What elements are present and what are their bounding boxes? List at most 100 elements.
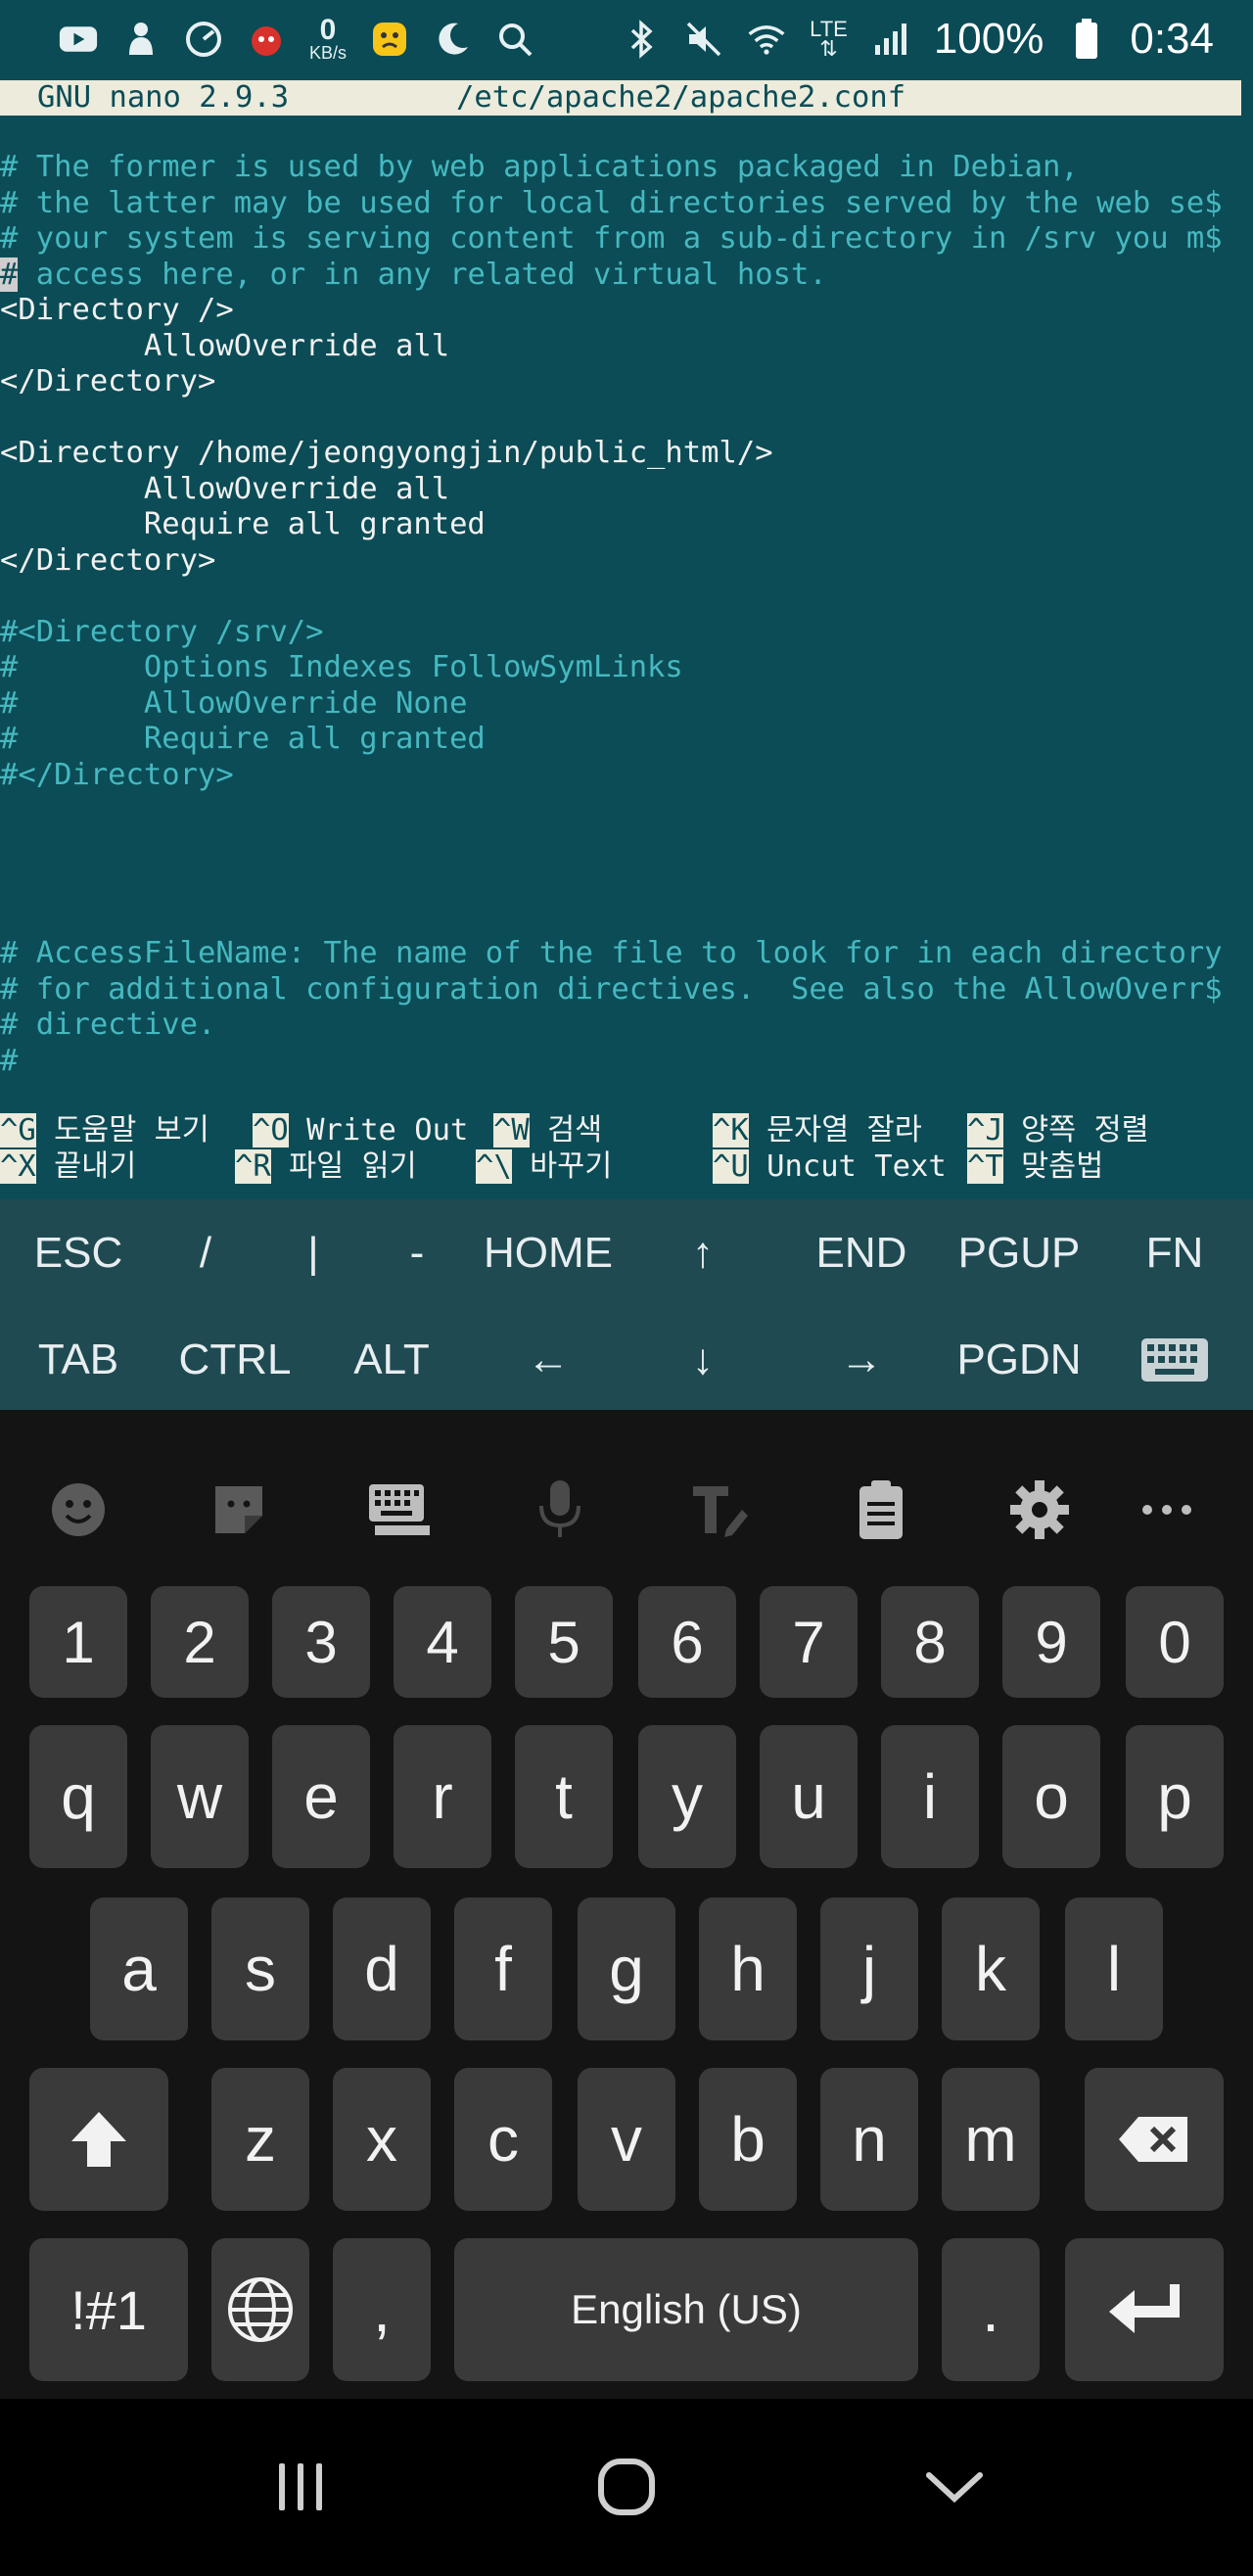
editor-line[interactable]: # directive. [0, 1007, 215, 1044]
key-r[interactable]: r [394, 1725, 491, 1868]
editor-line[interactable]: <Directory /home/jeongyongjin/public_htm… [0, 436, 773, 472]
extra-key-fn[interactable]: FN [1126, 1204, 1224, 1302]
extra-key-left[interactable]: ← [499, 1311, 597, 1409]
key-c[interactable]: c [454, 2068, 552, 2211]
key-4[interactable]: 4 [394, 1586, 491, 1698]
backspace-key[interactable] [1085, 2068, 1224, 2211]
nano-shortcut-justify[interactable]: ^J 양쪽 정렬 [967, 1113, 1149, 1149]
editor-line[interactable]: </Directory> [0, 364, 215, 400]
emoji-icon[interactable] [39, 1471, 117, 1549]
home-icon[interactable] [573, 2438, 680, 2536]
editor-line[interactable]: # The former is used by web applications… [0, 150, 1079, 186]
key-6[interactable]: 6 [638, 1586, 736, 1698]
extra-key-esc[interactable]: ESC [20, 1204, 137, 1302]
editor-line[interactable]: # access here, or in any related virtual… [0, 257, 827, 294]
key-o[interactable]: o [1002, 1725, 1100, 1868]
key-z[interactable]: z [211, 2068, 309, 2211]
editor-line[interactable]: Require all granted [0, 507, 486, 543]
key-9[interactable]: 9 [1002, 1586, 1100, 1698]
editor-line[interactable]: </Directory> [0, 543, 215, 580]
extra-key-right[interactable]: → [812, 1311, 910, 1409]
editor-line[interactable]: # AccessFileName: The name of the file t… [0, 936, 1223, 972]
nano-shortcut-help[interactable]: ^G 도움말 보기 [0, 1113, 209, 1149]
back-icon[interactable] [901, 2438, 1008, 2536]
space-bar[interactable]: English (US) [454, 2238, 918, 2381]
key-u[interactable]: u [760, 1725, 858, 1868]
symbols-key[interactable]: !#1 [29, 2238, 188, 2381]
key-d[interactable]: d [333, 1897, 431, 2040]
key-y[interactable]: y [638, 1725, 736, 1868]
editor-line[interactable]: # Require all granted [0, 722, 486, 758]
editor-line[interactable]: # Options Indexes FollowSymLinks [0, 650, 683, 686]
keyboard-layout-icon[interactable] [360, 1471, 439, 1549]
editor-line[interactable]: # [0, 1044, 18, 1080]
comma-key[interactable]: , [333, 2238, 431, 2381]
extra-key-ctrl[interactable]: CTRL [166, 1311, 303, 1409]
key-q[interactable]: q [29, 1725, 127, 1868]
extra-key-home[interactable]: HOME [470, 1204, 626, 1302]
key-t[interactable]: t [515, 1725, 613, 1868]
key-w[interactable]: w [151, 1725, 249, 1868]
nano-shortcut-write-out[interactable]: ^O Write Out [253, 1113, 468, 1149]
editor-line[interactable]: #<Directory /srv/> [0, 615, 324, 651]
text-style-icon[interactable] [681, 1471, 760, 1549]
key-j[interactable]: j [820, 1897, 918, 2040]
key-l[interactable]: l [1065, 1897, 1163, 2040]
key-n[interactable]: n [820, 2068, 918, 2211]
nano-shortcut-search[interactable]: ^W 검색 [493, 1113, 602, 1149]
sticker-icon[interactable] [200, 1471, 278, 1549]
recents-icon[interactable] [247, 2438, 354, 2536]
key-s[interactable]: s [211, 1897, 309, 2040]
terminal[interactable]: GNU nano 2.9.3/etc/apache2/apache2.conf … [0, 78, 1253, 1199]
key-p[interactable]: p [1126, 1725, 1224, 1868]
extra-key-pipe[interactable]: | [264, 1204, 362, 1302]
key-f[interactable]: f [454, 1897, 552, 2040]
enter-key[interactable] [1065, 2238, 1224, 2381]
keyboard-icon[interactable] [1136, 1311, 1214, 1409]
key-7[interactable]: 7 [760, 1586, 858, 1698]
clipboard-icon[interactable] [842, 1471, 920, 1549]
extra-key-down[interactable]: ↓ [654, 1311, 752, 1409]
key-i[interactable]: i [881, 1725, 979, 1868]
language-key[interactable] [211, 2238, 309, 2381]
editor-line[interactable]: <Directory /> [0, 293, 234, 329]
nano-shortcut-replace[interactable]: ^\ 바꾸기 [476, 1148, 612, 1186]
key-x[interactable]: x [333, 2068, 431, 2211]
key-2[interactable]: 2 [151, 1586, 249, 1698]
extra-key-end[interactable]: END [803, 1204, 920, 1302]
editor-line[interactable]: #</Directory> [0, 758, 234, 794]
key-a[interactable]: a [90, 1897, 188, 2040]
key-m[interactable]: m [942, 2068, 1040, 2211]
settings-icon[interactable] [1000, 1471, 1079, 1549]
key-8[interactable]: 8 [881, 1586, 979, 1698]
nano-shortcut-uncut[interactable]: ^U Uncut Text [713, 1148, 947, 1186]
key-k[interactable]: k [942, 1897, 1040, 2040]
editor-line[interactable]: AllowOverride all [0, 329, 449, 365]
nano-shortcut-spell[interactable]: ^T 맞춤법 [967, 1148, 1103, 1186]
extra-key-alt[interactable]: ALT [333, 1311, 450, 1409]
key-e[interactable]: e [272, 1725, 370, 1868]
key-5[interactable]: 5 [515, 1586, 613, 1698]
extra-key-pgup[interactable]: PGUP [946, 1204, 1092, 1302]
key-g[interactable]: g [578, 1897, 675, 2040]
editor-line[interactable]: # your system is serving content from a … [0, 221, 1223, 258]
key-0[interactable]: 0 [1126, 1586, 1224, 1698]
nano-shortcut-exit[interactable]: ^X 끝내기 [0, 1148, 136, 1186]
more-icon[interactable] [1128, 1471, 1206, 1549]
key-1[interactable]: 1 [29, 1586, 127, 1698]
extra-key-slash[interactable]: / [157, 1204, 255, 1302]
editor-line[interactable]: # the latter may be used for local direc… [0, 186, 1223, 222]
key-b[interactable]: b [699, 2068, 797, 2211]
extra-key-up[interactable]: ↑ [654, 1204, 752, 1302]
editor-line[interactable]: # for additional configuration directive… [0, 972, 1223, 1008]
key-3[interactable]: 3 [272, 1586, 370, 1698]
extra-key-pgdn[interactable]: PGDN [946, 1311, 1092, 1409]
microphone-icon[interactable] [521, 1471, 599, 1549]
shift-key[interactable] [29, 2068, 168, 2211]
key-h[interactable]: h [699, 1897, 797, 2040]
editor-line[interactable]: # AllowOverride None [0, 686, 467, 723]
nano-shortcut-read-file[interactable]: ^R 파일 읽기 [235, 1148, 417, 1186]
extra-key-tab[interactable]: TAB [20, 1311, 137, 1409]
extra-key-dash[interactable]: - [368, 1204, 466, 1302]
period-key[interactable]: . [942, 2238, 1040, 2381]
